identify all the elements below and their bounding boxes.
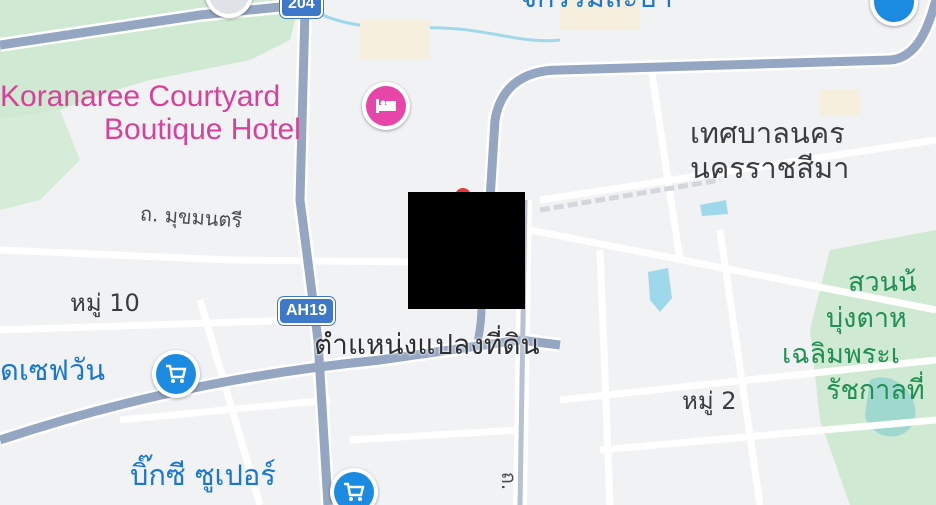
store-bottom-label[interactable]: บิ๊กซี ซูเปอร์ — [130, 459, 276, 492]
village-label-10: หมู่ 10 — [70, 289, 140, 317]
municipality-label-line2: นครราชสีมา — [690, 151, 850, 185]
redacted-block — [408, 192, 525, 309]
park-label-line4: รัชกาลที่ — [826, 375, 925, 406]
shopping-cart-icon — [334, 472, 374, 505]
park-label-line2: บุ่งตาห — [826, 303, 907, 334]
road-shield-ah19: AH19 — [278, 297, 335, 325]
hotel-label-line1[interactable]: Koranaree Courtyard — [0, 80, 280, 113]
park-label-line1: สวนน้ — [848, 267, 917, 298]
road-shield-204: 204 — [280, 0, 323, 18]
village-label-2: หมู่ 2 — [682, 387, 737, 415]
road-label-vertical: ถ. — [497, 471, 522, 491]
top-cut-label: จกรรมสะบา — [520, 0, 673, 14]
map-view[interactable]: จกรรมสะบา 204 Koranaree Courtyard Boutiq… — [0, 0, 936, 505]
park-label-line3: เฉลิมพระเ — [782, 339, 900, 370]
location-label: ตำแหน่งแปลงที่ดิน — [314, 328, 540, 361]
shopping-cart-icon — [156, 354, 196, 394]
hotel-pin[interactable] — [362, 82, 410, 139]
store-left-label[interactable]: ดเซฟวัน — [0, 354, 105, 387]
municipality-label-line1: เทศบาลนคร — [690, 116, 845, 150]
store-left-pin[interactable] — [152, 350, 200, 407]
hotel-label-line2[interactable]: Boutique Hotel — [104, 113, 301, 146]
bed-icon — [366, 86, 406, 126]
